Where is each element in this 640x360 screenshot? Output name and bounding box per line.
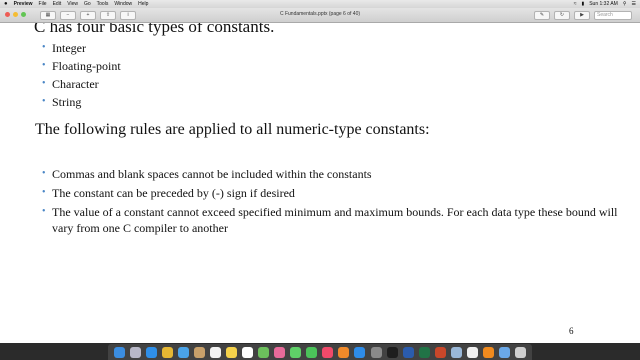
list-item-text: Character <box>52 77 99 91</box>
battery-icon[interactable]: ▮ <box>581 0 584 8</box>
contacts-icon[interactable] <box>193 346 205 358</box>
bullet-icon: • <box>42 60 46 71</box>
facetime-icon[interactable] <box>306 346 318 358</box>
rules-list: • Commas and blank spaces cannot be inclu… <box>42 166 622 239</box>
menu-tools[interactable]: Tools <box>97 0 109 8</box>
menu-file[interactable]: File <box>39 0 47 8</box>
constant-types-list: • Integer • Floating-point • Character • Str… <box>42 39 121 111</box>
window-toolbar: ▦ − + ⇧ i C Fundamentals.pptx (page 6 of… <box>0 8 640 23</box>
annotate-icon[interactable]: ▶ <box>574 11 590 20</box>
maps-icon[interactable] <box>258 346 270 358</box>
launchpad-icon[interactable] <box>129 346 141 358</box>
page-number: 6 <box>569 326 574 336</box>
menu-window[interactable]: Window <box>114 0 132 8</box>
list-item: • Floating-point <box>42 57 121 75</box>
menu-bar: ● Preview File Edit View Go Tools Window… <box>0 0 640 8</box>
settings-icon[interactable] <box>370 346 382 358</box>
list-item-text: Integer <box>52 41 86 55</box>
notification-center-icon[interactable]: ☰ <box>632 0 636 8</box>
apple-menu-icon[interactable]: ● <box>4 0 8 8</box>
word-icon[interactable] <box>402 346 414 358</box>
menu-view[interactable]: View <box>67 0 78 8</box>
textedit-icon[interactable] <box>466 346 478 358</box>
list-item: • Commas and blank spaces cannot be inclu… <box>42 166 622 182</box>
folder-icon[interactable] <box>499 346 511 358</box>
photos-icon[interactable] <box>274 346 286 358</box>
menu-app-name[interactable]: Preview <box>14 0 33 8</box>
list-item: • String <box>42 93 121 111</box>
bullet-icon: • <box>42 96 46 107</box>
dock <box>108 344 532 360</box>
list-item-text: Floating-point <box>52 59 121 73</box>
list-item-text: String <box>52 95 82 109</box>
list-item: • Character <box>42 75 121 93</box>
slide-content: C has four basic types of constants. • In… <box>0 23 640 343</box>
spotlight-icon[interactable]: ⚲ <box>623 0 627 8</box>
notes-icon[interactable] <box>225 346 237 358</box>
books-icon[interactable] <box>338 346 350 358</box>
search-input[interactable]: Search <box>594 11 632 20</box>
list-item: • The value of a constant cannot exceed s… <box>42 204 622 236</box>
list-item: • The constant can be preceded by (-) sig… <box>42 185 622 201</box>
slide-heading: C has four basic types of constants. <box>34 23 275 36</box>
chrome-icon[interactable] <box>161 346 173 358</box>
bullet-icon: • <box>42 206 46 217</box>
safari-icon[interactable] <box>145 346 157 358</box>
bullet-icon: • <box>42 168 46 179</box>
music-icon[interactable] <box>322 346 334 358</box>
markup-icon[interactable]: ✎ <box>534 11 550 20</box>
bullet-icon: • <box>42 78 46 89</box>
terminal-icon[interactable] <box>386 346 398 358</box>
vlc-icon[interactable] <box>482 346 494 358</box>
rotate-icon[interactable]: ↻ <box>554 11 570 20</box>
search-placeholder: Search <box>597 12 613 18</box>
menu-help[interactable]: Help <box>138 0 148 8</box>
messages-icon[interactable] <box>290 346 302 358</box>
bullet-icon: • <box>42 187 46 198</box>
calendar-icon[interactable] <box>209 346 221 358</box>
rules-heading: The following rules are applied to all n… <box>35 121 430 138</box>
trash-icon[interactable] <box>515 346 527 358</box>
reminders-icon[interactable] <box>242 346 254 358</box>
appstore-icon[interactable] <box>354 346 366 358</box>
excel-icon[interactable] <box>418 346 430 358</box>
menu-edit[interactable]: Edit <box>53 0 62 8</box>
finder-icon[interactable] <box>113 346 125 358</box>
bullet-icon: • <box>42 42 46 53</box>
mail-icon[interactable] <box>177 346 189 358</box>
menu-clock[interactable]: Sun 1:32 AM <box>589 0 618 8</box>
preview-icon[interactable] <box>450 346 462 358</box>
list-item-text: Commas and blank spaces cannot be includ… <box>52 167 372 181</box>
list-item-text: The value of a constant cannot exceed sp… <box>52 205 618 235</box>
powerpoint-icon[interactable] <box>434 346 446 358</box>
list-item-text: The constant can be preceded by (-) sign… <box>52 186 295 200</box>
list-item: • Integer <box>42 39 121 57</box>
wifi-icon[interactable]: ≈ <box>574 0 577 8</box>
menu-go[interactable]: Go <box>84 0 91 8</box>
